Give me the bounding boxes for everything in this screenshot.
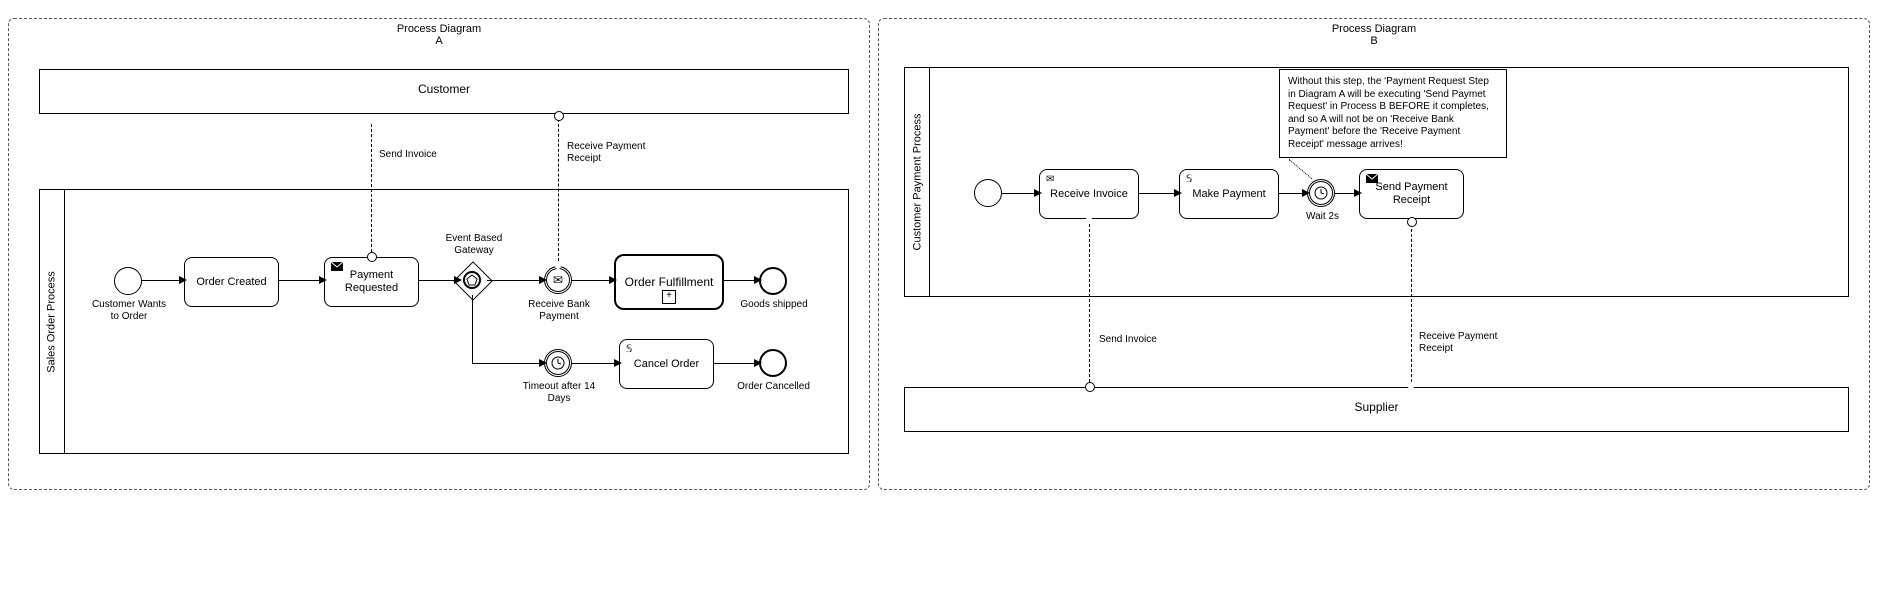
gateway-label: Event Based Gateway bbox=[439, 233, 509, 256]
end-order-cancelled bbox=[759, 349, 787, 377]
seq-flow bbox=[572, 363, 619, 364]
pool-sales-order-label: Sales Order Process bbox=[40, 190, 65, 453]
msg-send-invoice-label: Send Invoice bbox=[379, 149, 449, 161]
arrow-icon bbox=[609, 276, 617, 284]
msg-start-icon bbox=[1407, 217, 1417, 227]
seq-flow bbox=[572, 280, 614, 281]
arrow-icon bbox=[454, 276, 462, 284]
msg-receive-receipt-label: Receive Payment Receipt bbox=[567, 141, 662, 164]
arrow-icon bbox=[319, 276, 327, 284]
msg-arrow-icon bbox=[366, 114, 376, 122]
arrow-icon bbox=[1302, 189, 1310, 197]
task-payment-requested: Payment Requested bbox=[324, 257, 419, 307]
msg-receipt-b-label: Receive Payment Receipt bbox=[1419, 331, 1519, 354]
pool-cpp-label: Customer Payment Process bbox=[905, 68, 930, 296]
msg-arrow-icon bbox=[553, 263, 563, 271]
clock-icon bbox=[550, 355, 566, 371]
arrow-icon bbox=[179, 276, 187, 284]
arrow-icon bbox=[1174, 189, 1182, 197]
task-receive-invoice-label: Receive Invoice bbox=[1050, 188, 1128, 201]
group-diagram-b: Process Diagram B Customer Payment Proce… bbox=[878, 18, 1870, 490]
envelope-filled-icon bbox=[1366, 174, 1378, 187]
arrow-icon bbox=[614, 359, 622, 367]
arrow-icon bbox=[539, 276, 547, 284]
subprocess-order-fulfillment: Order Fulfillment + bbox=[614, 254, 724, 310]
task-order-created-label: Order Created bbox=[196, 276, 266, 289]
msg-flow-send-invoice-b bbox=[1089, 219, 1090, 387]
msg-send-invoice-b-label: Send Invoice bbox=[1099, 334, 1174, 346]
task-send-payment-receipt: Send Payment Receipt bbox=[1359, 169, 1464, 219]
end-cancelled-label: Order Cancelled bbox=[731, 381, 816, 393]
event-receive-bank-label: Receive Bank Payment bbox=[524, 299, 594, 322]
msg-flow-receipt-b bbox=[1411, 224, 1412, 387]
task-make-payment: 𝕊 Make Payment bbox=[1179, 169, 1279, 219]
arrow-icon bbox=[754, 276, 762, 284]
group-diagram-a: Process Diagram A Customer Sales Order P… bbox=[8, 18, 870, 490]
seq-flow bbox=[1139, 193, 1179, 194]
msg-start-icon bbox=[1085, 382, 1095, 392]
subprocess-label: Order Fulfillment bbox=[625, 275, 714, 289]
arrow-icon bbox=[1354, 189, 1362, 197]
start-event-b bbox=[974, 179, 1002, 207]
task-cancel-order: 𝕊 Cancel Order bbox=[619, 339, 714, 389]
event-wait-2s bbox=[1307, 179, 1335, 207]
envelope-filled-icon bbox=[331, 262, 343, 275]
bpmn-canvas: Process Diagram A Customer Sales Order P… bbox=[0, 0, 1881, 602]
task-payment-requested-label: Payment Requested bbox=[331, 269, 412, 294]
script-icon: 𝕊 bbox=[1186, 174, 1192, 186]
event-timeout-14d bbox=[544, 349, 572, 377]
pool-customer-a-label: Customer bbox=[40, 70, 848, 108]
envelope-icon: ✉ bbox=[553, 273, 563, 287]
gateway-inner-icon bbox=[463, 271, 481, 289]
msg-arrow-icon bbox=[1084, 214, 1094, 222]
seq-flow bbox=[472, 363, 544, 364]
msg-flow-receive-receipt bbox=[558, 114, 559, 266]
group-a-title: Process Diagram A bbox=[9, 23, 869, 47]
seq-flow bbox=[419, 280, 459, 281]
task-receive-invoice: ✉ Receive Invoice bbox=[1039, 169, 1139, 219]
msg-start-icon bbox=[367, 252, 377, 262]
arrow-icon bbox=[754, 359, 762, 367]
end-goods-label: Goods shipped bbox=[734, 299, 814, 311]
envelope-icon: ✉ bbox=[1046, 174, 1054, 186]
pool-supplier-label: Supplier bbox=[905, 388, 1848, 426]
msg-start-icon bbox=[554, 111, 564, 121]
seq-flow bbox=[472, 295, 473, 363]
task-make-payment-label: Make Payment bbox=[1192, 188, 1265, 201]
end-goods-shipped bbox=[759, 267, 787, 295]
msg-arrow-icon bbox=[1406, 384, 1416, 392]
start-event-a-label: Customer Wants to Order bbox=[89, 299, 169, 322]
seq-flow bbox=[279, 280, 324, 281]
seq-flow bbox=[714, 363, 759, 364]
task-send-receipt-label: Send Payment Receipt bbox=[1366, 181, 1457, 206]
arrow-icon bbox=[539, 359, 547, 367]
seq-flow bbox=[487, 280, 544, 281]
task-cancel-label: Cancel Order bbox=[634, 358, 699, 371]
event-wait-label: Wait 2s bbox=[1295, 211, 1350, 223]
event-timeout-label: Timeout after 14 Days bbox=[519, 381, 599, 404]
pool-supplier: Supplier bbox=[904, 387, 1849, 432]
seq-flow bbox=[142, 280, 184, 281]
msg-flow-send-invoice bbox=[371, 119, 372, 257]
clock-icon bbox=[1313, 185, 1329, 201]
task-order-created: Order Created bbox=[184, 257, 279, 307]
group-b-title: Process Diagram B bbox=[879, 23, 1869, 47]
pool-customer-a: Customer bbox=[39, 69, 849, 114]
annotation-note: Without this step, the 'Payment Request … bbox=[1279, 69, 1507, 158]
start-event-a bbox=[114, 267, 142, 295]
expand-icon: + bbox=[662, 290, 676, 304]
arrow-icon bbox=[1034, 189, 1042, 197]
annotation-text: Without this step, the 'Payment Request … bbox=[1288, 76, 1489, 150]
script-icon: 𝕊 bbox=[626, 344, 632, 356]
